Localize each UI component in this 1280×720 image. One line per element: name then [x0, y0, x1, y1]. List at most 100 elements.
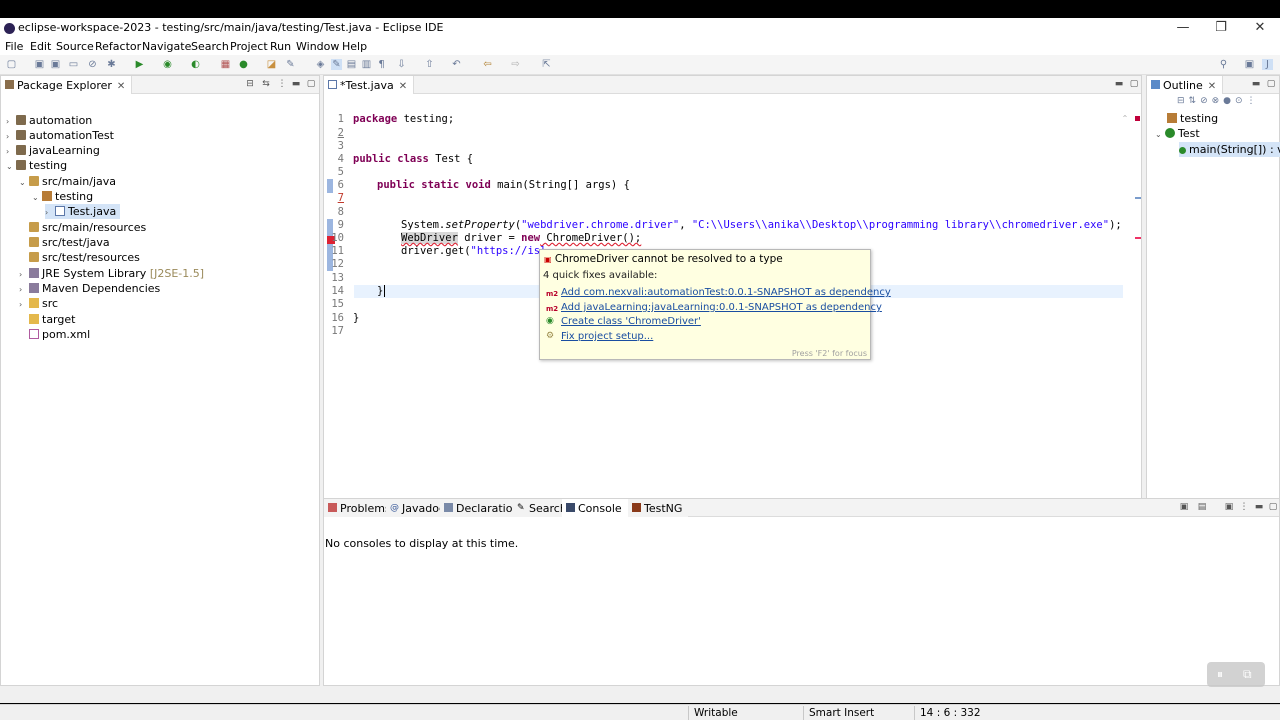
- save-all-icon[interactable]: ▣: [50, 59, 61, 70]
- collapse-all-icon[interactable]: ⊟: [245, 79, 255, 89]
- chevron-right-icon[interactable]: ›: [6, 129, 16, 144]
- word-wrap-icon[interactable]: ▤: [346, 59, 357, 70]
- close-button[interactable]: ✕: [1245, 20, 1275, 36]
- minimize-button[interactable]: —: [1168, 20, 1198, 36]
- menu-project[interactable]: Project: [230, 40, 268, 53]
- run-icon[interactable]: ▶: [134, 59, 145, 70]
- java-perspective-icon[interactable]: J: [1262, 59, 1273, 70]
- outline-item-class[interactable]: ⌄ Test: [1155, 126, 1200, 141]
- search-icon[interactable]: ⚲: [1218, 59, 1229, 70]
- code-line-10[interactable]: WebDriver driver = new ChromeDriver();: [401, 232, 641, 245]
- pin-editor-icon[interactable]: ⇱: [541, 59, 552, 70]
- save-icon[interactable]: ▣: [34, 59, 45, 70]
- quick-fix-popup[interactable]: ▣ ChromeDriver cannot be resolved to a t…: [539, 249, 891, 360]
- new-console-icon[interactable]: ▣: [1224, 502, 1234, 512]
- mark-occurrences-icon[interactable]: ✎: [331, 59, 342, 70]
- next-annotation-icon[interactable]: ⇩: [396, 59, 407, 70]
- tree-item-target[interactable]: target: [19, 312, 75, 327]
- show-whitespace-icon[interactable]: ¶: [376, 59, 387, 70]
- overview-marker[interactable]: [1135, 197, 1141, 199]
- view-menu-icon[interactable]: ⋮: [1239, 502, 1249, 512]
- code-line-4[interactable]: public class Test {: [353, 153, 473, 166]
- annotation-icon[interactable]: ◈: [315, 59, 326, 70]
- outline-item-main[interactable]: main(String[]) : void: [1179, 142, 1280, 157]
- chevron-right-icon[interactable]: ›: [19, 282, 29, 297]
- code-line-1[interactable]: package testing;: [353, 113, 454, 126]
- maximize-view-icon[interactable]: ▢: [306, 79, 316, 89]
- menu-file[interactable]: File: [5, 40, 23, 53]
- menu-edit[interactable]: Edit: [30, 40, 51, 53]
- new-class-icon[interactable]: ●: [238, 59, 249, 70]
- quick-fix-add-automationtest[interactable]: Add com.nexvali:automationTest:0.0.1-SNA…: [561, 287, 891, 298]
- chevron-right-icon[interactable]: ›: [19, 297, 29, 312]
- tree-item-testing[interactable]: ⌄ testing: [6, 158, 67, 173]
- terminal-icon[interactable]: ▭: [68, 59, 79, 70]
- pause-icon[interactable]: ⏸: [1217, 667, 1223, 682]
- minimize-view-icon[interactable]: ▬: [291, 79, 301, 89]
- chevron-down-icon[interactable]: ⌄: [19, 175, 29, 190]
- chevron-right-icon[interactable]: ›: [45, 205, 55, 220]
- debug-icon[interactable]: ✱: [106, 59, 117, 70]
- skip-breakpoints-icon[interactable]: ⊘: [87, 59, 98, 70]
- display-console-icon[interactable]: ▤: [1197, 502, 1207, 512]
- code-line-6[interactable]: public static void main(String[] args) {: [377, 179, 630, 192]
- maximize-view-icon[interactable]: ▢: [1266, 79, 1276, 89]
- prev-annotation-icon[interactable]: ⇧: [424, 59, 435, 70]
- chevron-right-icon[interactable]: ›: [6, 114, 16, 129]
- maximize-button[interactable]: ❐: [1206, 20, 1236, 36]
- new-icon[interactable]: ▢: [6, 59, 17, 70]
- tree-item-pom-xml[interactable]: pom.xml: [19, 327, 90, 342]
- open-perspective-icon[interactable]: ▣: [1244, 59, 1255, 70]
- tab-test-java[interactable]: *Test.java ✕: [324, 76, 415, 94]
- menu-source[interactable]: Source: [56, 40, 94, 53]
- chevron-down-icon[interactable]: ⌄: [1155, 127, 1165, 142]
- error-overview-marker[interactable]: [1135, 116, 1140, 121]
- view-menu-icon[interactable]: ⋮: [277, 79, 287, 89]
- status-insert-mode[interactable]: Smart Insert: [809, 707, 874, 719]
- open-console-icon[interactable]: ▣: [1179, 502, 1189, 512]
- menu-run[interactable]: Run: [270, 40, 291, 53]
- chevron-right-icon[interactable]: ›: [6, 144, 16, 159]
- open-type-icon[interactable]: ◪: [266, 59, 277, 70]
- minimize-view-icon[interactable]: ▬: [1251, 79, 1261, 89]
- tree-item-maven-dependencies[interactable]: › Maven Dependencies: [19, 281, 160, 296]
- video-overlay-controls[interactable]: ⏸ ⧉: [1207, 662, 1265, 687]
- tree-item-javalearning[interactable]: › javaLearning: [6, 143, 100, 158]
- tab-outline[interactable]: Outline ✕: [1147, 76, 1224, 94]
- tree-item-src-test-java[interactable]: src/test/java: [19, 235, 110, 250]
- minimize-view-icon[interactable]: ▬: [1254, 502, 1264, 512]
- menu-navigate[interactable]: Navigate: [142, 40, 191, 53]
- outline-toolbar[interactable]: ⊟⇅⊘⊗●⊙⋮: [1177, 96, 1260, 106]
- outline-item-package[interactable]: testing: [1167, 111, 1218, 126]
- maximize-view-icon[interactable]: ▢: [1268, 502, 1278, 512]
- menu-search[interactable]: Search: [191, 40, 229, 53]
- close-icon[interactable]: ✕: [117, 81, 125, 92]
- tree-item-test-java[interactable]: › Test.java: [45, 204, 121, 220]
- quick-fix-project-setup[interactable]: Fix project setup...: [561, 331, 653, 342]
- chevron-right-icon[interactable]: ›: [19, 267, 29, 282]
- block-selection-icon[interactable]: ▥: [361, 59, 372, 70]
- tree-item-src-main-java[interactable]: ⌄ src/main/java: [19, 174, 116, 189]
- minimize-view-icon[interactable]: ▬: [1114, 79, 1124, 89]
- code-line-14[interactable]: }​: [377, 285, 386, 298]
- quick-fix-add-javalearning[interactable]: Add javaLearning:javaLearning:0.0.1-SNAP…: [561, 302, 882, 313]
- vertical-scrollbar[interactable]: ⌃: [1120, 114, 1130, 494]
- code-line-9[interactable]: System.setProperty("webdriver.chrome.dri…: [401, 219, 1122, 232]
- tree-item-automationtest[interactable]: › automationTest: [6, 128, 114, 143]
- close-icon[interactable]: ✕: [399, 81, 407, 92]
- error-overview-marker[interactable]: [1135, 237, 1141, 239]
- tree-item-automation[interactable]: › automation: [6, 113, 92, 128]
- maximize-view-icon[interactable]: ▢: [1129, 79, 1139, 89]
- tree-item-src-main-resources[interactable]: src/main/resources: [19, 220, 146, 235]
- tree-item-src[interactable]: › src: [19, 296, 58, 311]
- close-icon[interactable]: ✕: [1208, 81, 1216, 92]
- code-line-11[interactable]: driver.get("https://isl: [401, 245, 546, 258]
- back-icon[interactable]: ⇦: [482, 59, 493, 70]
- external-tools-icon[interactable]: ◐: [190, 59, 201, 70]
- tab-package-explorer[interactable]: Package Explorer ✕: [1, 76, 133, 94]
- chevron-down-icon[interactable]: ⌄: [32, 190, 42, 205]
- menu-help[interactable]: Help: [342, 40, 367, 53]
- quick-fix-create-class[interactable]: Create class 'ChromeDriver': [561, 316, 701, 327]
- code-line-16[interactable]: }: [353, 312, 359, 325]
- search-tool-icon[interactable]: ✎: [285, 59, 296, 70]
